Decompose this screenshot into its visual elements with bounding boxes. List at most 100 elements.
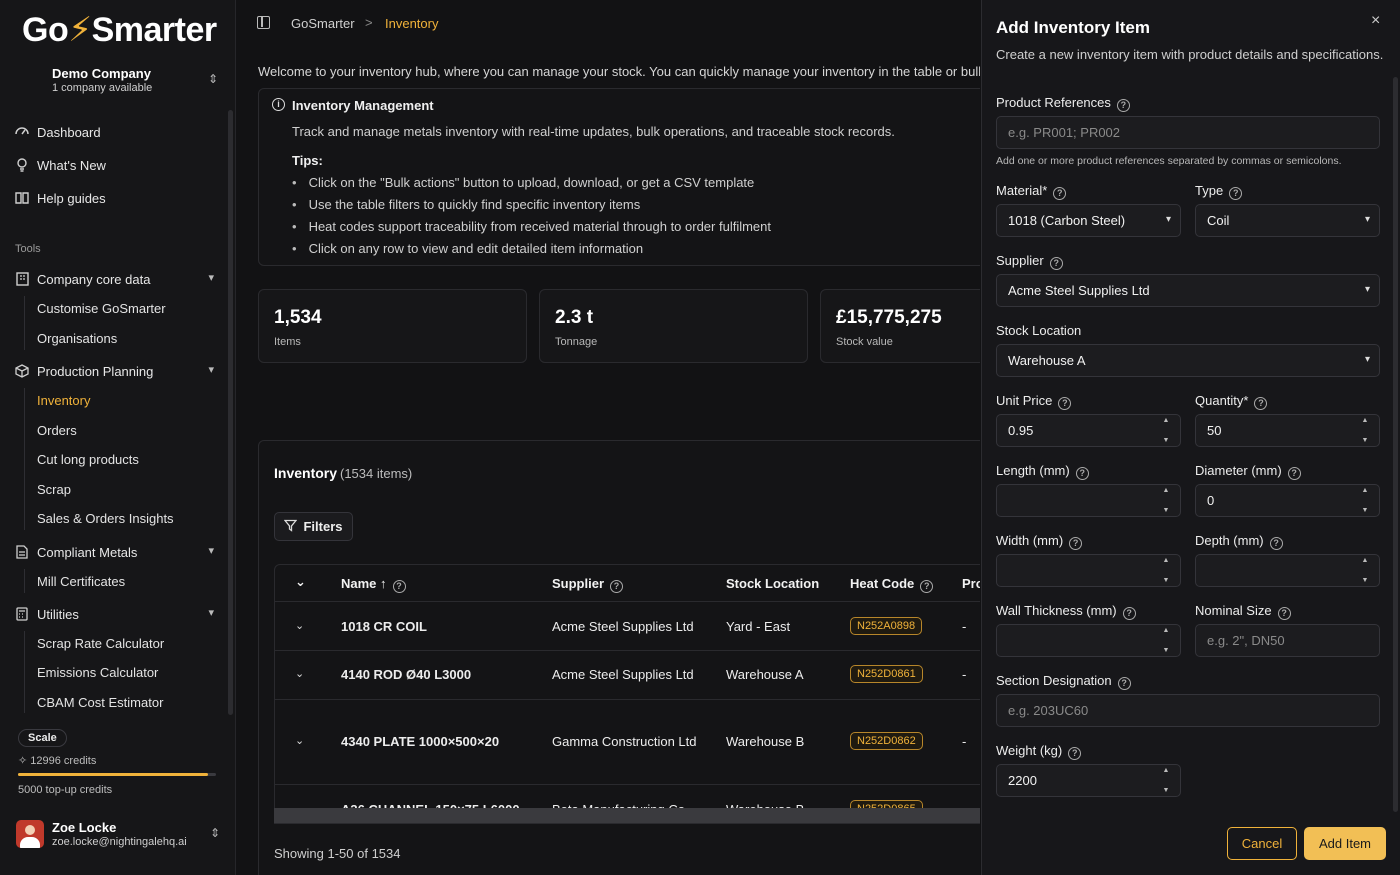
number-stepper[interactable]: ▲ ▼ (1156, 557, 1176, 584)
nav-scrap-rate-calculator[interactable]: Scrap Rate Calculator (37, 636, 164, 651)
help-icon[interactable]: ? (1117, 677, 1131, 690)
brand-logo[interactable]: Go⚡Smarter (22, 10, 217, 50)
table-row[interactable]: ⌄ 4140 ROD Ø40 L3000 Acme Steel Supplies… (275, 651, 980, 700)
sidebar-scrollbar[interactable] (228, 110, 233, 715)
chevron-down-icon: ▾ (208, 364, 214, 376)
nav-compliant-metals[interactable]: Compliant Metals ▾ (14, 540, 220, 564)
nav-cut-long-products[interactable]: Cut long products (37, 452, 139, 467)
nav-inventory[interactable]: Inventory (37, 393, 90, 408)
depth-input[interactable]: ▲ ▼ (1195, 554, 1380, 587)
number-stepper[interactable]: ▲ ▼ (1156, 627, 1176, 654)
submenu-line (24, 296, 25, 350)
breadcrumb-root[interactable]: GoSmarter (291, 16, 355, 31)
help-icon[interactable]: ? (1254, 397, 1268, 410)
number-stepper[interactable]: ▲ ▼ (1156, 767, 1176, 794)
supplier-select[interactable]: Acme Steel Supplies Ltd ▾ (996, 274, 1380, 307)
filter-icon (284, 519, 298, 535)
nav-whats-new[interactable]: What's New (14, 153, 220, 177)
heat-code-badge: N252A0898 (850, 617, 923, 635)
help-icon[interactable]: ? (920, 580, 934, 593)
type-select[interactable]: Coil ▾ (1195, 204, 1380, 237)
help-icon[interactable]: ? (1058, 397, 1072, 410)
section-designation-input[interactable]: e.g. 203UC60 (996, 694, 1380, 727)
column-supplier[interactable]: Supplier? (552, 576, 624, 593)
nav-cbam-cost-estimator[interactable]: CBAM Cost Estimator (37, 695, 163, 710)
nav-customise-gosmarter[interactable]: Customise GoSmarter (37, 301, 166, 316)
help-icon[interactable]: ? (1069, 537, 1083, 550)
company-name: Demo Company (52, 66, 151, 81)
number-stepper[interactable]: ▲ ▼ (1355, 417, 1375, 444)
cell-supplier: Acme Steel Supplies Ltd (552, 667, 694, 682)
box-icon (14, 363, 30, 379)
nav-organisations[interactable]: Organisations (37, 331, 117, 346)
user-menu[interactable]: Zoe Locke zoe.locke@nightingalehq.ai ⇕ (14, 815, 224, 855)
quantity-input[interactable]: 50 ▲ ▼ (1195, 414, 1380, 447)
diameter-input[interactable]: 0 ▲ ▼ (1195, 484, 1380, 517)
stat-tonnage: 2.3 t Tonnage (539, 289, 808, 363)
unit-price-label: Unit Price? (996, 393, 1072, 410)
column-pro[interactable]: Pro (962, 576, 980, 591)
table-horizontal-scrollbar[interactable] (274, 808, 980, 823)
number-stepper[interactable]: ▲ ▼ (1156, 487, 1176, 514)
chevron-down-icon[interactable]: ⌄ (295, 619, 304, 632)
close-icon[interactable]: × (1371, 12, 1380, 30)
weight-input[interactable]: 2200 ▲ ▼ (996, 764, 1181, 797)
stock-location-select[interactable]: Warehouse A ▾ (996, 344, 1380, 377)
number-stepper[interactable]: ▲ ▼ (1355, 557, 1375, 584)
nav-mill-certificates[interactable]: Mill Certificates (37, 574, 125, 589)
diameter-label: Diameter (mm)? (1195, 463, 1301, 480)
help-icon[interactable]: ? (392, 580, 406, 593)
nav-company-core-data[interactable]: Company core data ▾ (14, 267, 220, 291)
welcome-text: Welcome to your inventory hub, where you… (258, 64, 980, 79)
tip-item: Click on any row to view and edit detail… (292, 241, 771, 263)
help-icon[interactable]: ? (1122, 607, 1136, 620)
column-name[interactable]: Name ↑? (341, 576, 406, 593)
nominal-size-input[interactable]: e.g. 2", DN50 (1195, 624, 1380, 657)
nav-sales-orders-insights[interactable]: Sales & Orders Insights (37, 511, 174, 526)
nav-dashboard[interactable]: Dashboard (14, 120, 220, 144)
material-select[interactable]: 1018 (Carbon Steel) ▾ (996, 204, 1181, 237)
nav-utilities[interactable]: Utilities ▾ (14, 602, 220, 626)
weight-label: Weight (kg)? (996, 743, 1082, 760)
number-stepper[interactable]: ▲ ▼ (1355, 487, 1375, 514)
drawer-scrollbar[interactable] (1393, 77, 1398, 812)
help-icon[interactable]: ? (1269, 537, 1283, 550)
length-input[interactable]: ▲ ▼ (996, 484, 1181, 517)
nav-orders[interactable]: Orders (37, 423, 77, 438)
cancel-button[interactable]: Cancel (1227, 827, 1297, 860)
help-icon[interactable]: ? (1277, 607, 1291, 620)
nav-help-guides[interactable]: Help guides (14, 186, 220, 210)
company-switcher[interactable]: Demo Company 1 company available ⇕ (14, 62, 222, 100)
product-references-input[interactable]: e.g. PR001; PR002 (996, 116, 1380, 149)
help-icon[interactable]: ? (1075, 467, 1089, 480)
expand-all-icon[interactable]: ⌄ (295, 574, 306, 590)
chevron-down-icon[interactable]: ⌄ (295, 734, 304, 747)
help-icon[interactable]: ? (1068, 747, 1082, 760)
chevron-down-icon: ▾ (1364, 214, 1370, 225)
nav-emissions-calculator[interactable]: Emissions Calculator (37, 665, 158, 680)
help-icon[interactable]: ? (1053, 187, 1067, 200)
table-row[interactable]: ⌄ 4340 PLATE 1000×500×20 Gamma Construct… (275, 700, 980, 785)
chevron-down-icon: ▾ (208, 272, 214, 284)
add-item-button[interactable]: Add Item (1304, 827, 1386, 860)
column-stock-location[interactable]: Stock Location (726, 576, 819, 591)
panel-toggle-icon[interactable] (257, 16, 270, 29)
filters-button[interactable]: Filters (274, 512, 353, 541)
nav-scrap[interactable]: Scrap (37, 482, 71, 497)
column-heat-code[interactable]: Heat Code? (850, 576, 934, 593)
help-icon[interactable]: ? (1049, 257, 1063, 270)
help-icon[interactable]: ? (1229, 187, 1243, 200)
width-input[interactable]: ▲ ▼ (996, 554, 1181, 587)
help-icon[interactable]: ? (610, 580, 624, 593)
number-stepper[interactable]: ▲ ▼ (1156, 417, 1176, 444)
wall-thickness-input[interactable]: ▲ ▼ (996, 624, 1181, 657)
info-icon: i (272, 98, 285, 111)
chevron-down-icon[interactable]: ⌄ (295, 667, 304, 680)
book-icon (14, 190, 30, 206)
help-icon[interactable]: ? (1287, 467, 1301, 480)
unit-price-input[interactable]: 0.95 ▲ ▼ (996, 414, 1181, 447)
help-icon[interactable]: ? (1116, 99, 1130, 112)
table-row[interactable]: ⌄ 1018 CR COIL Acme Steel Supplies Ltd Y… (275, 602, 980, 651)
credits-text: ✧ 12996 credits (18, 755, 97, 767)
nav-production-planning[interactable]: Production Planning ▾ (14, 359, 220, 383)
